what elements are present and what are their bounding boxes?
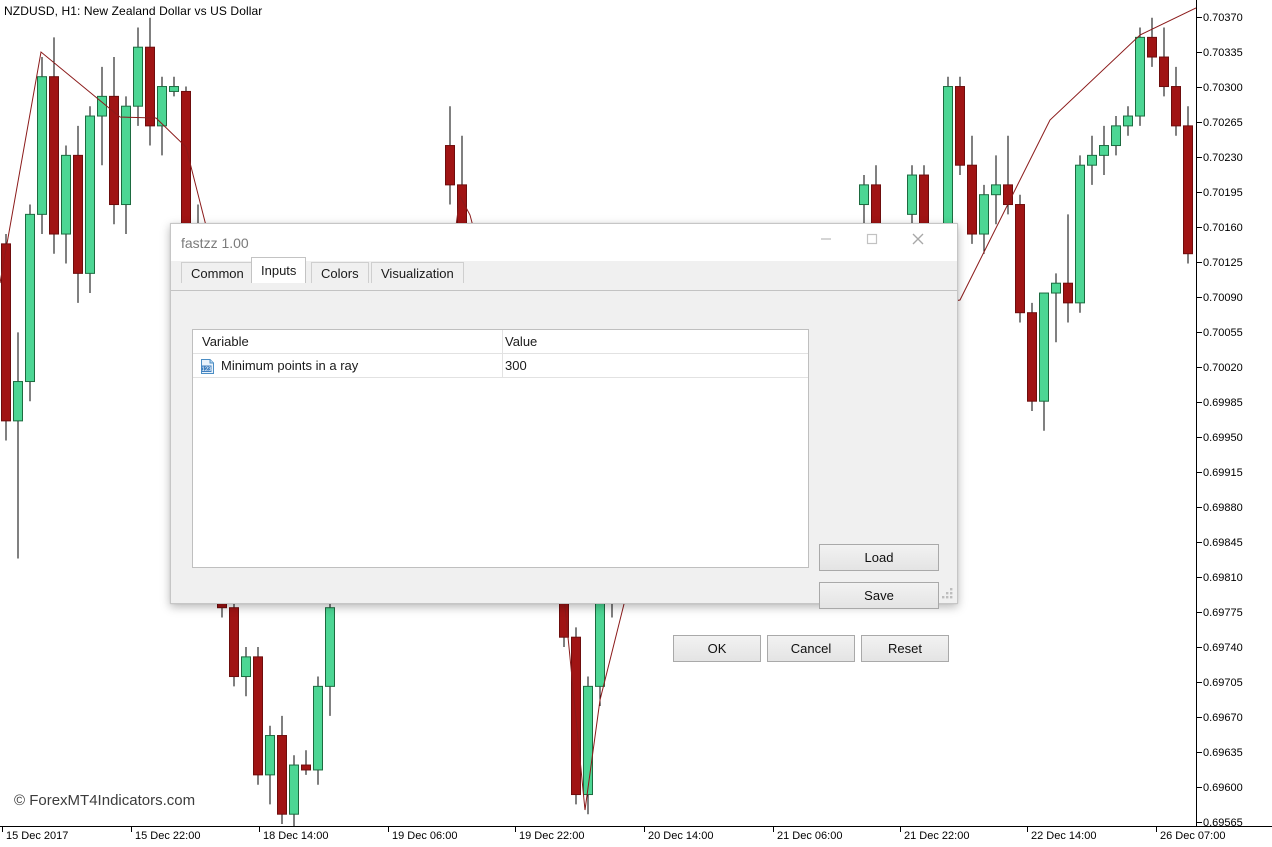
time-tick-mark [900,827,901,832]
inputs-grid-header: Variable Value [193,330,808,354]
time-tick-mark [644,827,645,832]
tab-inputs[interactable]: Inputs [251,257,306,283]
watermark-label: © ForexMT4Indicators.com [14,792,195,809]
close-icon [911,232,925,246]
price-tick-label: 0.69600 [1197,783,1243,793]
resize-grip-icon[interactable] [942,588,954,600]
time-tick-mark [131,827,132,832]
price-tick-label: 0.70335 [1197,48,1243,58]
column-header-variable: Variable [202,334,249,349]
price-tick-label: 0.69740 [1197,643,1243,653]
time-tick-label: 22 Dec 14:00 [1031,830,1096,842]
time-tick-label: 15 Dec 22:00 [135,830,200,842]
tab-colors[interactable]: Colors [311,262,369,283]
price-tick-label: 0.69670 [1197,713,1243,723]
time-tick-label: 26 Dec 07:00 [1160,830,1225,842]
cancel-button[interactable]: Cancel [767,635,855,662]
price-tick-label: 0.69880 [1197,503,1243,513]
dialog-tabstrip: Common Inputs Colors Visualization [171,261,957,283]
row-value-field[interactable]: 300 [505,358,527,373]
numeric-123-icon: 123 [199,358,216,375]
price-tick-label: 0.69775 [1197,608,1243,618]
price-tick-label: 0.70090 [1197,293,1243,303]
price-tick-label: 0.69985 [1197,398,1243,408]
price-tick-label: 0.70300 [1197,83,1243,93]
svg-text:123: 123 [201,367,212,373]
price-axis: 0.70370 0.70335 0.70300 0.70265 0.70230 0.701… [1196,0,1272,826]
time-tick-mark [1027,827,1028,832]
price-tick-label: 0.69915 [1197,468,1243,478]
price-tick-label: 0.69705 [1197,678,1243,688]
maximize-icon [866,233,878,245]
time-tick-label: 15 Dec 2017 [6,830,68,842]
time-axis: 15 Dec 2017 15 Dec 22:00 18 Dec 14:00 19 De… [0,826,1272,847]
price-tick-label: 0.70055 [1197,328,1243,338]
price-tick-label: 0.70195 [1197,188,1243,198]
ok-button[interactable]: OK [673,635,761,662]
row-variable-label: Minimum points in a ray [221,358,358,373]
reset-button[interactable]: Reset [861,635,949,662]
time-tick-mark [2,827,3,832]
dialog-title-label: fastzz 1.00 [181,235,249,251]
price-tick-label: 0.69950 [1197,433,1243,443]
inputs-grid[interactable]: Variable Value 123 Minimum points in a r… [192,329,809,568]
time-tick-label: 20 Dec 14:00 [648,830,713,842]
tab-common[interactable]: Common [181,262,254,283]
maximize-button[interactable] [849,224,895,254]
time-tick-label: 19 Dec 06:00 [392,830,457,842]
chart-title-label: NZDUSD, H1: New Zealand Dollar vs US Dol… [4,4,262,18]
time-tick-label: 21 Dec 06:00 [777,830,842,842]
price-tick-label: 0.70020 [1197,363,1243,373]
price-tick-label: 0.70125 [1197,258,1243,268]
indicator-properties-dialog: fastzz 1.00 Common Inputs Colors Visuali… [170,223,958,604]
price-tick-label: 0.70160 [1197,223,1243,233]
table-row[interactable]: 123 Minimum points in a ray 300 [193,354,808,378]
dialog-titlebar[interactable]: fastzz 1.00 [171,224,957,261]
price-tick-label: 0.70265 [1197,118,1243,128]
tab-visualization[interactable]: Visualization [371,262,464,283]
price-tick-label: 0.69810 [1197,573,1243,583]
inputs-tab-panel: Variable Value 123 Minimum points in a r… [171,290,957,603]
load-button[interactable]: Load [819,544,939,571]
price-tick-label: 0.70370 [1197,13,1243,23]
time-tick-mark [773,827,774,832]
time-tick-label: 18 Dec 14:00 [263,830,328,842]
time-tick-mark [515,827,516,832]
time-tick-label: 19 Dec 22:00 [519,830,584,842]
close-button[interactable] [895,224,941,254]
time-tick-mark [388,827,389,832]
time-tick-mark [259,827,260,832]
time-tick-mark [1156,827,1157,832]
price-tick-label: 0.69845 [1197,538,1243,548]
column-header-value: Value [505,334,537,349]
save-button[interactable]: Save [819,582,939,609]
price-tick-label: 0.70230 [1197,153,1243,163]
minimize-button[interactable] [803,224,849,254]
minimize-icon [820,233,832,245]
time-tick-label: 21 Dec 22:00 [904,830,969,842]
price-tick-label: 0.69635 [1197,748,1243,758]
